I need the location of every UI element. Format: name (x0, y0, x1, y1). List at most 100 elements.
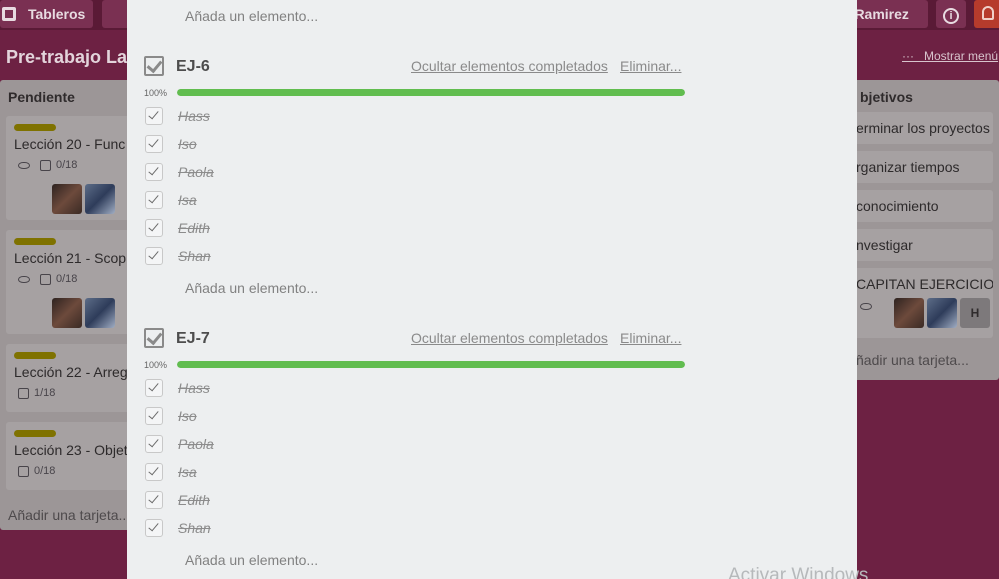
checked-checkbox-icon[interactable] (145, 247, 163, 265)
checklist-item-label[interactable]: Edith (178, 220, 210, 236)
watch-icon (18, 275, 30, 283)
progress-percent: 100% (144, 88, 168, 98)
card-leccion-21[interactable]: Lección 21 - Scop 0/18 (6, 230, 130, 334)
add-checklist-item-link[interactable]: Añada un elemento... (185, 8, 318, 24)
card-members (52, 184, 115, 214)
checked-checkbox-icon[interactable] (145, 407, 163, 425)
card-leccion-22[interactable]: Lección 22 - Arreg 1/18 (6, 344, 130, 412)
notifications-button[interactable] (974, 0, 999, 28)
card-detail-modal: Añada un elemento... EJ-6 Ocultar elemen… (127, 0, 857, 579)
checklist-item-label[interactable]: Shan (178, 248, 211, 264)
checklist-count: 0/18 (34, 465, 56, 477)
checked-checkbox-icon[interactable] (145, 435, 163, 453)
checklist-item-label[interactable]: Isa (178, 192, 197, 208)
progress-fill (177, 361, 685, 368)
add-card-link[interactable]: Añadir una tarjeta... (8, 507, 130, 523)
avatar[interactable] (85, 184, 115, 214)
card-title: Lección 22 - Arreg (14, 364, 128, 380)
checklist-icon (144, 328, 164, 348)
bell-icon (982, 6, 994, 20)
card-title: nvestigar (856, 237, 913, 253)
checked-checkbox-icon[interactable] (145, 191, 163, 209)
checklist-icon (40, 273, 51, 285)
avatar[interactable] (927, 298, 957, 328)
checklist-item-label[interactable]: Paola (178, 436, 214, 452)
card-members (52, 298, 115, 328)
card-members: H (894, 298, 990, 328)
checklist-item-label[interactable]: Hass (178, 380, 210, 396)
add-checklist-item-link[interactable]: Añada un elemento... (185, 552, 318, 568)
checklist-icon (18, 387, 29, 399)
card-title: rganizar tiempos (856, 159, 960, 175)
checklist-item-label[interactable]: Isa (178, 464, 197, 480)
add-checklist-item-link[interactable]: Añada un elemento... (185, 280, 318, 296)
card-leccion-20[interactable]: Lección 20 - Func 0/18 (6, 116, 130, 220)
avatar-initial[interactable]: H (960, 298, 990, 328)
checklist-title[interactable]: EJ-7 (176, 330, 210, 348)
checklist-item-label[interactable]: Edith (178, 492, 210, 508)
list-title[interactable]: Pendiente (0, 80, 130, 112)
checked-checkbox-icon[interactable] (145, 135, 163, 153)
delete-checklist-link[interactable]: Eliminar... (620, 58, 681, 74)
card-label (14, 238, 56, 245)
checked-checkbox-icon[interactable] (145, 107, 163, 125)
checklist-count: 0/18 (56, 273, 78, 285)
card-leccion-23[interactable]: Lección 23 - Objet 0/18 (6, 422, 130, 490)
card-label (14, 430, 56, 437)
checklist-count: 1/18 (34, 387, 56, 399)
checked-checkbox-icon[interactable] (145, 519, 163, 537)
info-button[interactable]: i (936, 0, 966, 28)
checklist-title[interactable]: EJ-6 (176, 58, 210, 76)
checklist-item-label[interactable]: Shan (178, 520, 211, 536)
checklist-item-label[interactable]: Paola (178, 164, 214, 180)
progress-percent: 100% (144, 360, 168, 370)
checklist-item-label[interactable]: Iso (178, 136, 197, 152)
card-label (14, 124, 56, 131)
checked-checkbox-icon[interactable] (145, 379, 163, 397)
card-organizar-tiempos[interactable]: rganizar tiempos (852, 151, 993, 183)
board-title[interactable]: Pre-trabajo La (6, 47, 127, 68)
card-label (14, 352, 56, 359)
card-investigar[interactable]: nvestigar (852, 229, 993, 261)
avatar[interactable] (52, 184, 82, 214)
card-title: erminar los proyectos (856, 120, 990, 136)
checked-checkbox-icon[interactable] (145, 163, 163, 181)
card-conocimiento[interactable]: conocimiento (852, 190, 993, 222)
windows-activation-watermark: Activar Windows (728, 565, 869, 579)
checked-checkbox-icon[interactable] (145, 463, 163, 481)
checked-checkbox-icon[interactable] (145, 491, 163, 509)
card-title: Lección 21 - Scop (14, 250, 127, 266)
add-card-link[interactable]: ñadir una tarjeta... (856, 352, 969, 368)
checklist-icon (40, 159, 51, 171)
watch-icon (18, 161, 30, 169)
checklist-icon (18, 465, 29, 477)
avatar[interactable] (85, 298, 115, 328)
card-badges: 0/18 (18, 465, 55, 477)
info-icon: i (943, 8, 959, 24)
show-menu-link[interactable]: ··· Mostrar menú (902, 49, 998, 63)
card-badges: 0/18 (18, 273, 77, 285)
boards-button[interactable]: Tableros (0, 0, 93, 28)
card-title: Lección 23 - Objet (14, 442, 128, 458)
card-capitan-ejercicio[interactable]: CAPITAN EJERCICIO H (852, 268, 993, 338)
checklist-item-label[interactable]: Iso (178, 408, 197, 424)
progress-bar (177, 361, 685, 368)
checklist-count: 0/18 (56, 159, 78, 171)
avatar[interactable] (894, 298, 924, 328)
checklist-icon (144, 56, 164, 76)
card-terminar-proyectos[interactable]: erminar los proyectos (852, 112, 993, 144)
checked-checkbox-icon[interactable] (145, 219, 163, 237)
checklist-item-label[interactable]: Hass (178, 108, 210, 124)
list-title[interactable]: bjetivos (852, 80, 999, 112)
card-badges: 1/18 (18, 387, 55, 399)
hide-completed-link[interactable]: Ocultar elementos completados (411, 58, 608, 74)
hide-completed-link[interactable]: Ocultar elementos completados (411, 330, 608, 346)
delete-checklist-link[interactable]: Eliminar... (620, 330, 681, 346)
card-title: CAPITAN EJERCICIO (856, 276, 993, 292)
avatar[interactable] (52, 298, 82, 328)
card-title: Lección 20 - Func (14, 136, 126, 152)
watch-icon (860, 303, 872, 310)
progress-fill (177, 89, 685, 96)
menu-dots-icon: ··· (902, 49, 914, 63)
card-badges: 0/18 (18, 159, 77, 171)
